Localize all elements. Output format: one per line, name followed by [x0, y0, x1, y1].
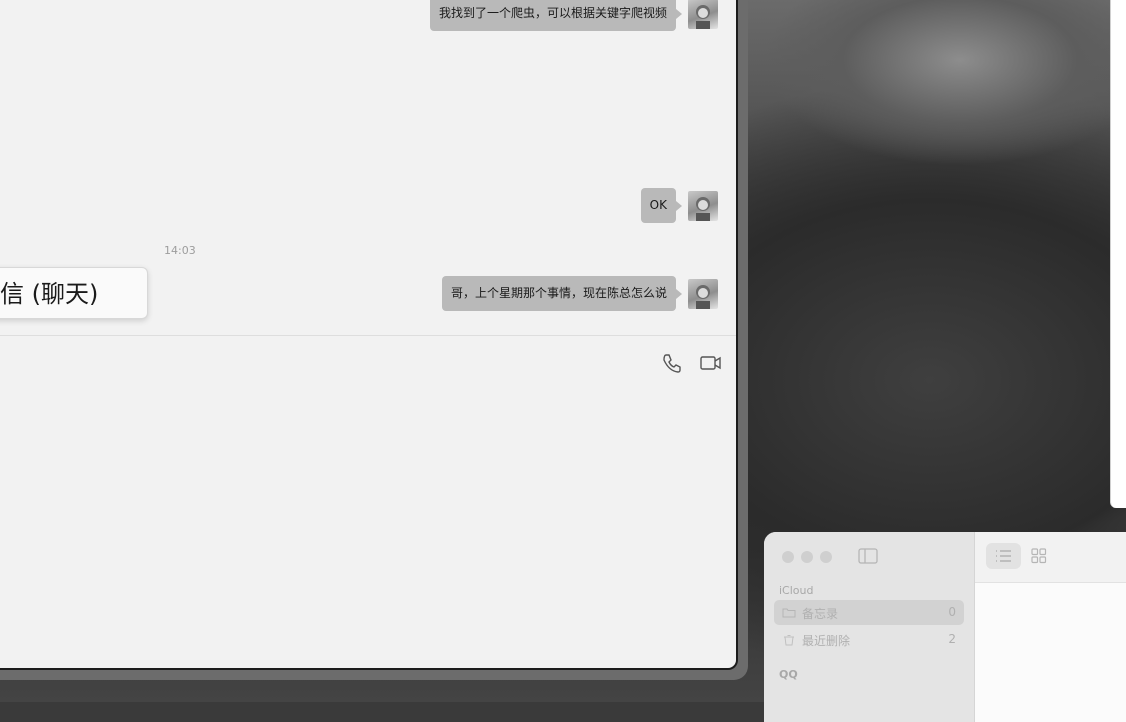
close-window-button[interactable] [782, 551, 794, 563]
minimize-window-button[interactable] [801, 551, 813, 563]
folder-item-recently-deleted[interactable]: 最近删除 2 [774, 627, 964, 652]
sidebar-toggle-icon[interactable] [858, 548, 878, 568]
folder-item-notes[interactable]: 备忘录 0 [774, 600, 964, 625]
message-timestamp: 14:03 [164, 244, 196, 257]
avatar[interactable] [688, 0, 718, 29]
gallery-view-button[interactable] [1031, 548, 1047, 568]
folder-label: 最近删除 [802, 634, 851, 648]
list-icon [996, 550, 1011, 562]
notes-sidebar: iCloud 备忘录 0 最近删除 2 QQ [764, 532, 975, 722]
phone-icon[interactable] [661, 352, 683, 378]
video-call-icon[interactable] [699, 353, 723, 377]
folder-count: 2 [948, 632, 956, 646]
input-divider [0, 335, 736, 336]
message-bubble[interactable]: OK [640, 188, 683, 223]
folder-count: 0 [948, 605, 956, 619]
list-view-button[interactable] [986, 543, 1021, 569]
zoom-window-button[interactable] [820, 551, 832, 563]
folder-icon [782, 607, 796, 621]
section-label-qq: QQ [779, 668, 798, 681]
chat-panel: 我找到了一个爬虫，可以根据关键字爬视频 OK 14:03 微信 (聊天) 哥，上… [0, 0, 738, 670]
avatar[interactable] [688, 190, 718, 221]
section-label-icloud: iCloud [779, 584, 814, 597]
notes-toolbar [975, 532, 1126, 583]
message-row: OK [640, 188, 718, 223]
tooltip-label: 微信 (聊天) [0, 280, 99, 308]
notes-window: iCloud 备忘录 0 最近删除 2 QQ [764, 532, 1126, 722]
app-tooltip: 微信 (聊天) [0, 267, 148, 319]
avatar[interactable] [688, 278, 718, 309]
message-row: 我找到了一个爬虫，可以根据关键字爬视频 [429, 0, 718, 31]
message-bubble[interactable]: 哥，上个星期那个事情，现在陈总怎么说 [441, 276, 683, 311]
wechat-window: 我找到了一个爬虫，可以根据关键字爬视频 OK 14:03 微信 (聊天) 哥，上… [0, 0, 748, 680]
message-row: 哥，上个星期那个事情，现在陈总怎么说 [441, 276, 718, 311]
grid-icon [1031, 548, 1047, 564]
trash-icon [782, 634, 796, 649]
message-bubble[interactable]: 我找到了一个爬虫，可以根据关键字爬视频 [429, 0, 683, 31]
background-window-edge [1110, 0, 1126, 508]
folder-label: 备忘录 [802, 607, 839, 621]
